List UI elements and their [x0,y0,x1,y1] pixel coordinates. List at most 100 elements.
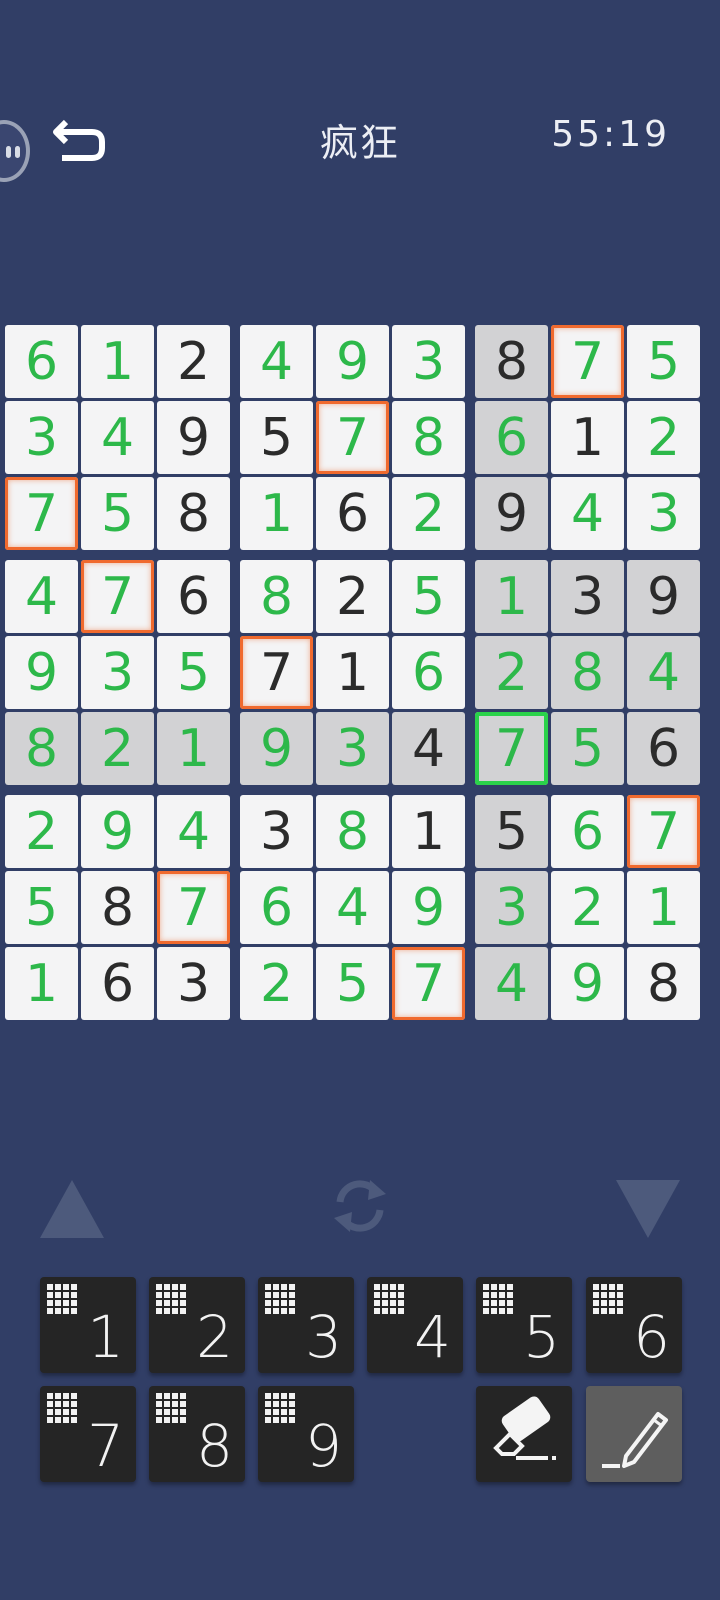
cell-r3-c9[interactable]: 3 [627,477,700,550]
cell-r9-c5[interactable]: 5 [316,947,389,1020]
cell-r6-c9[interactable]: 6 [627,712,700,785]
cell-r2-c1[interactable]: 3 [5,401,78,474]
cell-r8-c2[interactable]: 8 [81,871,154,944]
cell-r9-c3[interactable]: 3 [157,947,230,1020]
cell-r7-c1[interactable]: 2 [5,795,78,868]
cell-r8-c7[interactable]: 3 [475,871,548,944]
cell-r1-c5[interactable]: 9 [316,325,389,398]
cell-r4-c1[interactable]: 4 [5,560,78,633]
notes-grid-icon [593,1284,623,1314]
number-key-9[interactable]: 9 [258,1386,354,1482]
cell-r6-c5[interactable]: 3 [316,712,389,785]
cell-r8-c5[interactable]: 4 [316,871,389,944]
cell-r7-c3[interactable]: 4 [157,795,230,868]
pencil-button[interactable] [586,1386,682,1482]
cell-r8-c1[interactable]: 5 [5,871,78,944]
cell-r3-c6[interactable]: 2 [392,477,465,550]
cell-r5-c9[interactable]: 4 [627,636,700,709]
cell-r6-c4[interactable]: 9 [240,712,313,785]
cell-r1-c8[interactable]: 7 [551,325,624,398]
cell-r8-c8[interactable]: 2 [551,871,624,944]
cell-r9-c4[interactable]: 2 [240,947,313,1020]
number-key-8[interactable]: 8 [149,1386,245,1482]
cell-r9-c8[interactable]: 9 [551,947,624,1020]
cell-r6-c7[interactable]: 7 [475,712,548,785]
cell-r2-c2[interactable]: 4 [81,401,154,474]
number-key-7[interactable]: 7 [40,1386,136,1482]
cell-r9-c9[interactable]: 8 [627,947,700,1020]
cell-r5-c3[interactable]: 5 [157,636,230,709]
cell-r6-c3[interactable]: 1 [157,712,230,785]
number-key-2[interactable]: 2 [149,1277,245,1373]
cell-r3-c3[interactable]: 8 [157,477,230,550]
cell-r4-c4[interactable]: 8 [240,560,313,633]
cell-r7-c5[interactable]: 8 [316,795,389,868]
sync-icon[interactable] [326,1172,394,1240]
cell-r9-c6[interactable]: 7 [392,947,465,1020]
cell-r4-c9[interactable]: 9 [627,560,700,633]
down-arrow-icon[interactable] [616,1180,680,1238]
cell-r5-c6[interactable]: 6 [392,636,465,709]
number-key-6[interactable]: 6 [586,1277,682,1373]
cell-r5-c8[interactable]: 8 [551,636,624,709]
cell-r1-c6[interactable]: 3 [392,325,465,398]
cell-r5-c5[interactable]: 1 [316,636,389,709]
cell-r2-c5[interactable]: 7 [316,401,389,474]
cell-r3-c7[interactable]: 9 [475,477,548,550]
cell-r8-c3[interactable]: 7 [157,871,230,944]
cell-r3-c2[interactable]: 5 [81,477,154,550]
notes-grid-icon [47,1284,77,1314]
number-key-1[interactable]: 1 [40,1277,136,1373]
cell-r4-c3[interactable]: 6 [157,560,230,633]
number-key-3[interactable]: 3 [258,1277,354,1373]
cell-r7-c2[interactable]: 9 [81,795,154,868]
number-key-label: 8 [196,1412,233,1480]
cell-r4-c8[interactable]: 3 [551,560,624,633]
cell-r1-c4[interactable]: 4 [240,325,313,398]
cell-r3-c4[interactable]: 1 [240,477,313,550]
cell-r1-c3[interactable]: 2 [157,325,230,398]
number-key-4[interactable]: 4 [367,1277,463,1373]
cell-r4-c5[interactable]: 2 [316,560,389,633]
cell-r7-c9[interactable]: 7 [627,795,700,868]
cell-r6-c2[interactable]: 2 [81,712,154,785]
cell-r1-c7[interactable]: 8 [475,325,548,398]
cell-r2-c7[interactable]: 6 [475,401,548,474]
cell-r7-c7[interactable]: 5 [475,795,548,868]
cell-r4-c7[interactable]: 1 [475,560,548,633]
cell-r3-c5[interactable]: 6 [316,477,389,550]
cell-r5-c7[interactable]: 2 [475,636,548,709]
cell-r7-c8[interactable]: 6 [551,795,624,868]
cell-r9-c7[interactable]: 4 [475,947,548,1020]
cell-r6-c8[interactable]: 5 [551,712,624,785]
cell-r7-c4[interactable]: 3 [240,795,313,868]
cell-r4-c6[interactable]: 5 [392,560,465,633]
up-arrow-icon[interactable] [40,1180,104,1238]
cell-r1-c9[interactable]: 5 [627,325,700,398]
cell-r5-c4[interactable]: 7 [240,636,313,709]
eraser-button[interactable] [476,1386,572,1482]
cell-r6-c1[interactable]: 8 [5,712,78,785]
cell-r1-c2[interactable]: 1 [81,325,154,398]
cell-r3-c8[interactable]: 4 [551,477,624,550]
number-key-label: 1 [87,1303,124,1371]
notes-grid-icon [156,1284,186,1314]
number-key-5[interactable]: 5 [476,1277,572,1373]
cell-r7-c6[interactable]: 1 [392,795,465,868]
cell-r9-c2[interactable]: 6 [81,947,154,1020]
cell-r2-c9[interactable]: 2 [627,401,700,474]
cell-r2-c6[interactable]: 8 [392,401,465,474]
cell-r4-c2[interactable]: 7 [81,560,154,633]
cell-r6-c6[interactable]: 4 [392,712,465,785]
cell-r2-c4[interactable]: 5 [240,401,313,474]
cell-r5-c1[interactable]: 9 [5,636,78,709]
cell-r8-c6[interactable]: 9 [392,871,465,944]
cell-r5-c2[interactable]: 3 [81,636,154,709]
cell-r2-c3[interactable]: 9 [157,401,230,474]
cell-r2-c8[interactable]: 1 [551,401,624,474]
cell-r1-c1[interactable]: 6 [5,325,78,398]
cell-r9-c1[interactable]: 1 [5,947,78,1020]
cell-r8-c4[interactable]: 6 [240,871,313,944]
cell-r8-c9[interactable]: 1 [627,871,700,944]
cell-r3-c1[interactable]: 7 [5,477,78,550]
